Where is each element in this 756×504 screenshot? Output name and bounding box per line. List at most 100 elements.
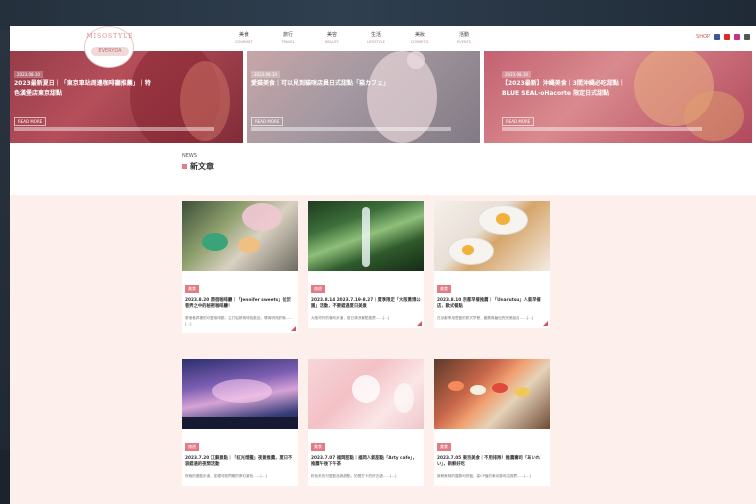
glow-shape bbox=[212, 379, 272, 403]
slide-3[interactable]: 2023.08.10 【2023最新】沖縄美食｜3間沖縄必吃甜點｜BLUE SE… bbox=[484, 51, 752, 143]
egg-shape bbox=[462, 245, 474, 255]
nav-item-gourmet[interactable]: 美食 GOURMET bbox=[222, 31, 266, 44]
read-more-button[interactable]: READ MORE bbox=[14, 117, 47, 126]
site-logo[interactable]: MISOSTYLE EVERYDA bbox=[84, 26, 134, 68]
article-title[interactable]: 2023.7.20 江蘇景點｜「紅光燈籠」夜景推薦，夏日不容錯過的夜間活動 bbox=[185, 456, 295, 468]
article-excerpt: 新鮮美味的握壽司拼盤，高CP值的東京壽司店推薦……[…] bbox=[437, 474, 531, 478]
main-nav: 美食 GOURMET 旅行 TRAVEL 美容 BEAUTY 生活 LIFEST… bbox=[222, 31, 486, 44]
person-shape bbox=[242, 203, 282, 231]
slide-excerpt bbox=[502, 127, 702, 131]
slide-title[interactable]: 愛猫美食｜可以見到貓咪店員日式甜點「猫カフェ」 bbox=[251, 79, 391, 89]
glass-shape bbox=[394, 383, 414, 413]
read-more-button[interactable]: READ MORE bbox=[502, 117, 535, 126]
news-title: 新文章 bbox=[182, 161, 214, 172]
waterfall-shape bbox=[362, 207, 370, 267]
article-thumbnail[interactable] bbox=[434, 359, 550, 429]
article-thumbnail[interactable] bbox=[434, 201, 550, 271]
nav-item-lifestyle[interactable]: 生活 LIFESTYLE bbox=[354, 31, 398, 44]
sushi-shape bbox=[470, 385, 486, 395]
slide-date: 2023.08.10 bbox=[251, 71, 280, 78]
shop-link[interactable]: SHOP bbox=[696, 34, 710, 40]
article-body: 美食 2023.7.05 東京美食｜不用排隊！推薦壽司「あいれい」，新鮮好吃 新… bbox=[434, 429, 550, 486]
nav-label: 旅行 bbox=[282, 32, 293, 38]
article-thumbnail[interactable] bbox=[308, 201, 424, 271]
nav-label: 生活 bbox=[370, 32, 381, 38]
square-icon bbox=[182, 164, 187, 169]
article-title[interactable]: 2023.8.10 京都早餐推薦｜「Unarutsu」人氣早餐店，歐式餐點 bbox=[437, 298, 547, 310]
nav-sub: COSMETIC bbox=[410, 40, 430, 44]
article-card[interactable]: 美食 2023.8.20 原宿咖啡廳｜「Jennifer sweets」位於巷弄… bbox=[182, 201, 298, 333]
web-page: MISOSTYLE EVERYDA 美食 GOURMET 旅行 TRAVEL 美… bbox=[10, 26, 756, 504]
article-excerpt: 原宿巷弄裡的可愛咖啡廳，主打鬆餅與特色飲品，環境明亮舒適……[…] bbox=[185, 316, 293, 326]
slide-1[interactable]: 2023.08.10 2023最新夏日｜「東京車站周邊咖啡廳推薦」｜特色漢堡店東… bbox=[10, 51, 243, 143]
youtube-icon[interactable] bbox=[724, 34, 730, 40]
nav-label: 美妝 bbox=[414, 32, 425, 38]
category-badge[interactable]: 美食 bbox=[437, 285, 451, 293]
nav-label: 美食 bbox=[238, 32, 249, 38]
slide-date: 2023.08.10 bbox=[502, 71, 531, 78]
slide-title[interactable]: 【2023最新】沖縄美食｜3間沖縄必吃甜點｜BLUE SEAL‧oHacorte… bbox=[502, 79, 642, 99]
nav-sub: EVENTS bbox=[457, 40, 471, 44]
article-body: 旅遊 2023.8.14 2023.7.19-8.27｜夏季限定「大阪萬博公園」… bbox=[308, 271, 424, 328]
sushi-shape bbox=[514, 387, 530, 397]
news-header: NEWS 新文章 bbox=[10, 143, 756, 195]
news-grid: 美食 2023.8.20 原宿咖啡廳｜「Jennifer sweets」位於巷弄… bbox=[10, 195, 756, 504]
read-more-button[interactable]: READ MORE bbox=[251, 117, 284, 126]
article-title[interactable]: 2023.7.07 福岡甜點｜福岡人氣甜點「Arty cafe」，推薦午後下午茶 bbox=[311, 456, 421, 468]
logo-text: MISOSTYLE bbox=[86, 33, 134, 40]
nav-label: 活動 bbox=[458, 32, 469, 38]
slide-excerpt bbox=[251, 127, 451, 131]
article-thumbnail[interactable] bbox=[182, 201, 298, 271]
facebook-icon[interactable] bbox=[714, 34, 720, 40]
slide-excerpt bbox=[14, 127, 214, 131]
article-title[interactable]: 2023.8.20 原宿咖啡廳｜「Jennifer sweets」位於巷弄之中的… bbox=[185, 298, 295, 310]
article-thumbnail[interactable] bbox=[182, 359, 298, 429]
nav-item-cosmetic[interactable]: 美妝 COSMETIC bbox=[398, 31, 442, 44]
article-thumbnail[interactable] bbox=[308, 359, 424, 429]
nav-item-travel[interactable]: 旅行 TRAVEL bbox=[266, 31, 310, 44]
article-card[interactable]: 旅遊 2023.7.20 江蘇景點｜「紅光燈籠」夜景推薦，夏日不容錯過的夜間活動… bbox=[182, 359, 298, 486]
corner-arrow-icon bbox=[291, 326, 296, 331]
article-body: 美食 2023.8.10 京都早餐推薦｜「Unarutsu」人氣早餐店，歐式餐點… bbox=[434, 271, 550, 328]
category-badge[interactable]: 美食 bbox=[437, 443, 451, 451]
article-excerpt: 大阪郊外的瀑布步道，夏日清涼景點推薦……[…] bbox=[311, 316, 390, 320]
ground-shape bbox=[182, 417, 298, 429]
cup-shape bbox=[202, 233, 228, 251]
article-card[interactable]: 美食 2023.8.10 京都早餐推薦｜「Unarutsu」人氣早餐店，歐式餐點… bbox=[434, 201, 550, 328]
news-title-text: 新文章 bbox=[190, 162, 214, 171]
site-header: MISOSTYLE EVERYDA 美食 GOURMET 旅行 TRAVEL 美… bbox=[10, 26, 756, 68]
article-body: 美食 2023.8.20 原宿咖啡廳｜「Jennifer sweets」位於巷弄… bbox=[182, 271, 298, 333]
nav-item-events[interactable]: 活動 EVENTS bbox=[442, 31, 486, 44]
article-body: 美食 2023.7.07 福岡甜點｜福岡人氣甜點「Arty cafe」，推薦午後… bbox=[308, 429, 424, 486]
category-badge[interactable]: 美食 bbox=[185, 285, 199, 293]
social-links: SHOP bbox=[696, 34, 750, 40]
sushi-shape bbox=[492, 383, 508, 393]
nav-sub: LIFESTYLE bbox=[367, 40, 385, 44]
article-card[interactable]: 美食 2023.7.07 福岡甜點｜福岡人氣甜點「Arty cafe」，推薦午後… bbox=[308, 359, 424, 486]
news-eyebrow: NEWS bbox=[182, 153, 198, 159]
egg-shape bbox=[496, 213, 510, 225]
category-badge[interactable]: 旅遊 bbox=[185, 443, 199, 451]
article-excerpt: 夜晚的燈籠步道，如銀河般閃耀的夢幻景色……[…] bbox=[185, 474, 267, 478]
slide-2[interactable]: 2023.08.10 愛猫美食｜可以見到貓咪店員日式甜點「猫カフェ」 READ … bbox=[247, 51, 480, 143]
article-title[interactable]: 2023.8.14 2023.7.19-8.27｜夏季限定「大阪萬博公園」活動，… bbox=[311, 298, 421, 310]
article-card[interactable]: 旅遊 2023.8.14 2023.7.19-8.27｜夏季限定「大阪萬博公園」… bbox=[308, 201, 424, 328]
sushi-shape bbox=[448, 381, 464, 391]
article-body: 旅遊 2023.7.20 江蘇景點｜「紅光燈籠」夜景推薦，夏日不容錯過的夜間活動… bbox=[182, 429, 298, 486]
logo-subtext: EVERYDA bbox=[91, 47, 129, 56]
article-excerpt: 在京都享用豐盛的歐式早餐，雞蛋與麵包的完美組合……[…] bbox=[437, 316, 534, 320]
slide-date: 2023.08.10 bbox=[14, 71, 43, 78]
corner-arrow-icon bbox=[543, 320, 548, 326]
menu-icon[interactable] bbox=[744, 34, 750, 40]
nav-item-beauty[interactable]: 美容 BEAUTY bbox=[310, 31, 354, 44]
instagram-icon[interactable] bbox=[734, 34, 740, 40]
article-title[interactable]: 2023.7.05 東京美食｜不用排隊！推薦壽司「あいれい」，新鮮好吃 bbox=[437, 456, 547, 468]
category-badge[interactable]: 旅遊 bbox=[311, 285, 325, 293]
nav-sub: TRAVEL bbox=[281, 40, 295, 44]
corner-arrow-icon bbox=[417, 320, 422, 326]
cake-shape bbox=[238, 237, 260, 253]
slide-title[interactable]: 2023最新夏日｜「東京車站周邊咖啡廳推薦」｜特色漢堡店東京甜點 bbox=[14, 79, 154, 99]
category-badge[interactable]: 美食 bbox=[311, 443, 325, 451]
article-excerpt: 粉色系的可愛飲品與甜點，拍照打卡的好去處……[…] bbox=[311, 474, 397, 478]
article-card[interactable]: 美食 2023.7.05 東京美食｜不用排隊！推薦壽司「あいれい」，新鮮好吃 新… bbox=[434, 359, 550, 486]
